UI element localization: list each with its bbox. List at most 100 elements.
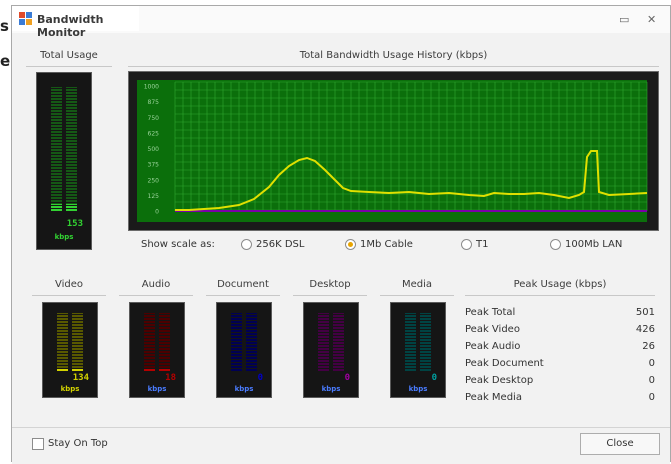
scale-option-label[interactable]: T1 — [476, 239, 488, 250]
media-bar-left — [405, 313, 416, 371]
graph-y-tick-label: 875 — [148, 99, 160, 106]
stay-on-top-checkbox[interactable] — [32, 438, 44, 450]
desktop-unit: kbps — [321, 385, 341, 393]
audio-value: 18 — [165, 373, 176, 383]
scale-option-label[interactable]: 100Mb LAN — [565, 239, 622, 250]
audio-unit: kbps — [147, 385, 167, 393]
total-usage-fill-right — [66, 203, 77, 211]
peak-value: 426 — [635, 324, 655, 335]
total-usage-fill-left — [51, 203, 62, 211]
footer-bar: Stay On Top Close — [12, 427, 670, 464]
media-bar-right — [420, 313, 431, 371]
peak-name: Peak Document — [465, 358, 544, 369]
video-value: 134 — [72, 373, 89, 383]
peak-row: Peak Media 0 — [465, 392, 655, 408]
desktop-heading: Desktop — [309, 279, 351, 290]
audio-fill — [144, 369, 155, 371]
divider — [128, 66, 659, 67]
total-usage-bar-left — [51, 87, 62, 211]
document-bar-right — [246, 313, 257, 371]
graph-y-tick-label: 375 — [148, 162, 160, 169]
divider — [206, 295, 280, 296]
desktop-value: 0 — [344, 373, 350, 383]
media-heading: Media — [401, 279, 433, 290]
close-button[interactable]: Close — [580, 433, 660, 455]
total-usage-unit: kbps — [54, 233, 74, 241]
video-bar-right — [72, 313, 83, 371]
peak-name: Peak Video — [465, 324, 520, 335]
total-usage-value: 153 — [66, 219, 83, 229]
video-meter: 134 kbps — [42, 302, 98, 398]
peak-value: 26 — [642, 341, 655, 352]
peak-row: Peak Audio 26 — [465, 341, 655, 357]
video-fill — [72, 367, 83, 371]
document-heading: Document — [217, 279, 269, 290]
peak-usage-heading: Peak Usage (kbps) — [513, 279, 607, 290]
history-graph-canvas: 1000 875 750 625 500 375 250 125 0 — [137, 80, 648, 222]
video-fill — [57, 367, 68, 371]
scale-radio-256k-dsl[interactable] — [241, 239, 252, 250]
graph-y-tick-label: 750 — [148, 115, 160, 122]
app-logo-icon — [19, 12, 32, 25]
graph-y-tick-label: 250 — [148, 177, 160, 184]
peak-row: Peak Total 501 — [465, 307, 655, 323]
close-icon[interactable]: ✕ — [647, 13, 656, 26]
divider — [465, 295, 655, 296]
title-bar[interactable]: Bandwidth Monitor ▭ ✕ — [12, 6, 670, 39]
scale-option-label[interactable]: 1Mb Cable — [360, 239, 413, 250]
total-usage-meter: 153 kbps — [36, 72, 92, 250]
peak-value: 501 — [635, 307, 655, 318]
background-text-fragment: s — [0, 17, 9, 35]
divider — [32, 295, 106, 296]
total-usage-heading: Total Usage — [40, 50, 98, 61]
scale-radio-100mb-lan[interactable] — [550, 239, 561, 250]
video-unit: kbps — [60, 385, 80, 393]
background-text-fragment: e — [0, 52, 11, 70]
video-heading: Video — [54, 279, 84, 290]
audio-meter: 18 kbps — [129, 302, 185, 398]
graph-y-tick-label: 125 — [148, 193, 160, 200]
peak-value: 0 — [648, 358, 655, 369]
peak-name: Peak Media — [465, 392, 522, 403]
peak-value: 0 — [648, 375, 655, 386]
graph-y-tick-label: 0 — [155, 209, 159, 216]
divider — [293, 295, 367, 296]
desktop-meter: 0 kbps — [303, 302, 359, 398]
minimize-icon[interactable]: ▭ — [619, 13, 629, 26]
title-tab: Bandwidth Monitor — [12, 6, 139, 39]
document-value: 0 — [257, 373, 263, 383]
scale-radio-t1[interactable] — [461, 239, 472, 250]
scale-option-label[interactable]: 256K DSL — [256, 239, 304, 250]
total-usage-bar-right — [66, 87, 77, 211]
peak-value: 0 — [648, 392, 655, 403]
media-unit: kbps — [408, 385, 428, 393]
desktop-bar-left — [318, 313, 329, 371]
graph-y-tick-label: 500 — [148, 146, 160, 153]
graph-y-tick-label: 625 — [148, 130, 160, 137]
divider — [380, 295, 454, 296]
stay-on-top-label[interactable]: Stay On Top — [48, 438, 108, 449]
audio-heading: Audio — [141, 279, 171, 290]
divider — [119, 295, 193, 296]
audio-fill — [159, 369, 170, 371]
document-unit: kbps — [234, 385, 254, 393]
peak-row: Peak Desktop 0 — [465, 375, 655, 391]
media-value: 0 — [431, 373, 437, 383]
window-title: Bandwidth Monitor — [37, 13, 104, 39]
desktop-bar-right — [333, 313, 344, 371]
divider — [26, 66, 112, 67]
graph-plot-area — [137, 80, 647, 222]
audio-bar-left — [144, 313, 155, 371]
document-meter: 0 kbps — [216, 302, 272, 398]
peak-name: Peak Desktop — [465, 375, 534, 386]
peak-row: Peak Document 0 — [465, 358, 655, 374]
scale-radio-1mb-cable[interactable] — [345, 239, 356, 250]
graph-y-tick-label: 1000 — [144, 84, 159, 91]
peak-name: Peak Audio — [465, 341, 521, 352]
peak-row: Peak Video 426 — [465, 324, 655, 340]
bandwidth-monitor-window: Bandwidth Monitor ▭ ✕ Total Usage 153 kb… — [11, 5, 671, 464]
history-heading: Total Bandwidth Usage History (kbps) — [299, 50, 488, 61]
video-bar-left — [57, 313, 68, 371]
peak-name: Peak Total — [465, 307, 516, 318]
scale-label: Show scale as: — [141, 239, 215, 250]
